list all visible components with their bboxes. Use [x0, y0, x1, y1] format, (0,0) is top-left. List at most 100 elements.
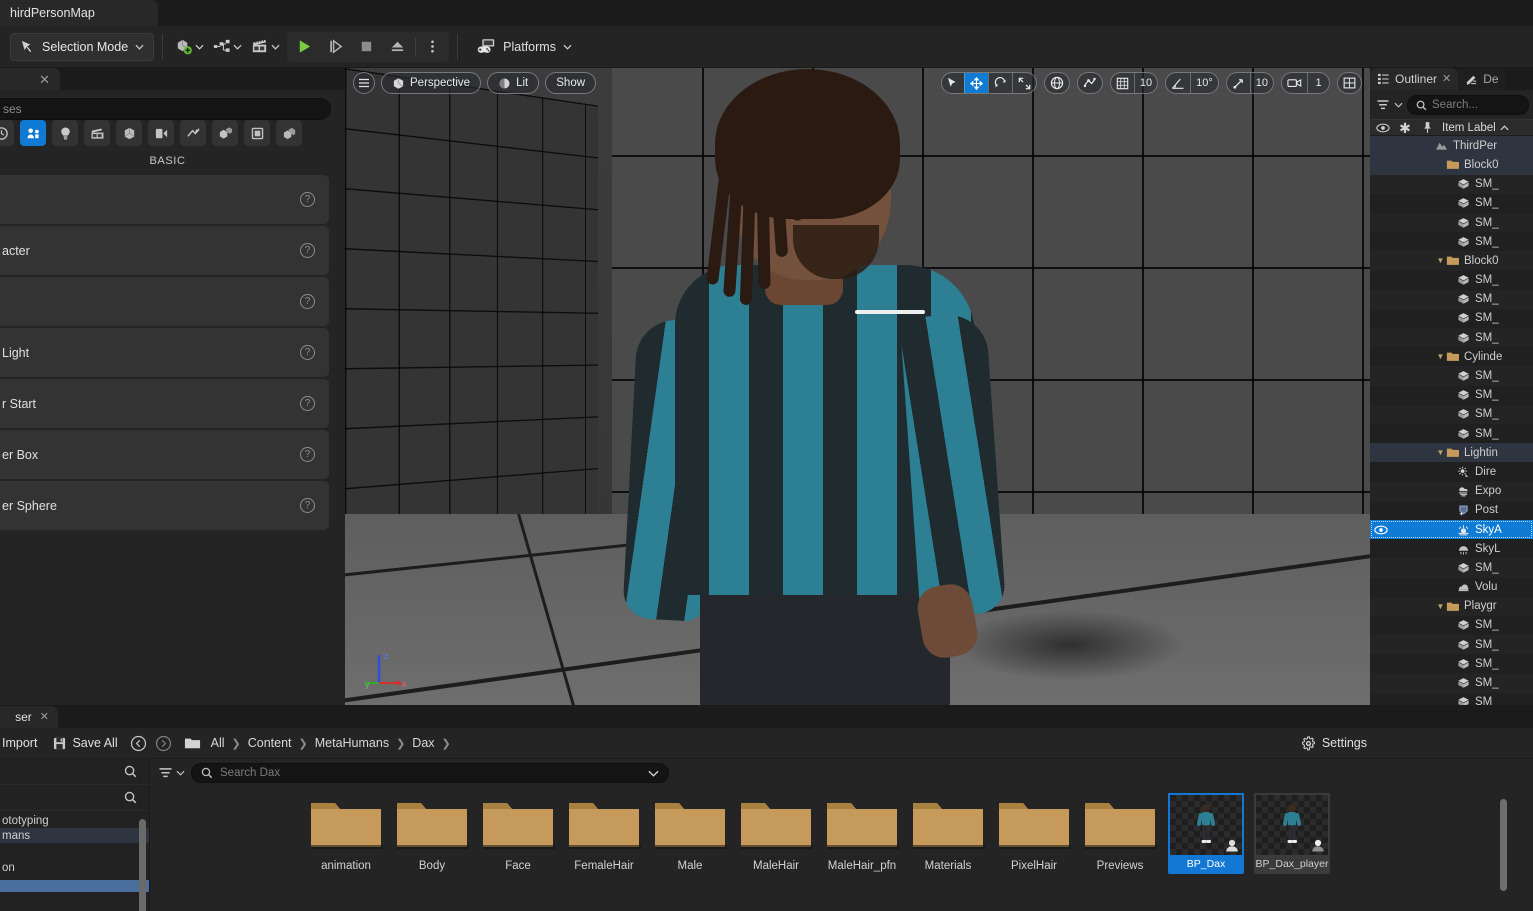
angle-snap-icon[interactable]: [1166, 73, 1190, 93]
breadcrumb-item-all[interactable]: All: [207, 734, 229, 752]
category-all-classes[interactable]: [244, 120, 270, 146]
viewport-lit-button[interactable]: Lit: [487, 72, 539, 94]
asset-folder[interactable]: Male: [652, 793, 728, 872]
category-lights[interactable]: [52, 120, 78, 146]
camera-speed-icon[interactable]: [1282, 73, 1307, 93]
asset-search-input[interactable]: Search Dax: [191, 763, 669, 783]
scale-tool-icon[interactable]: [1012, 73, 1036, 93]
grid-snap-icon[interactable]: [1111, 73, 1134, 93]
close-icon[interactable]: ✕: [1442, 74, 1451, 85]
column-visibility[interactable]: [1372, 123, 1394, 133]
tab-content-browser[interactable]: ser ✕: [0, 706, 58, 728]
column-favorite[interactable]: ✱: [1394, 121, 1416, 135]
nav-back-button[interactable]: [126, 731, 151, 755]
surface-snapping-icon[interactable]: [1078, 73, 1102, 93]
camera-speed-value[interactable]: 1: [1307, 73, 1329, 93]
chevron-down-icon[interactable]: [1394, 102, 1403, 108]
close-icon[interactable]: ✕: [39, 73, 50, 86]
asset-folder[interactable]: MaleHair: [738, 793, 814, 872]
category-extras[interactable]: [276, 120, 302, 146]
rotate-tool-icon[interactable]: [988, 73, 1012, 93]
grid-snap-value[interactable]: 10: [1134, 73, 1157, 93]
help-icon[interactable]: ?: [300, 294, 315, 309]
category-effects[interactable]: [180, 120, 206, 146]
viewport-perspective-button[interactable]: Perspective: [381, 72, 481, 94]
tab-details[interactable]: De: [1458, 68, 1505, 90]
outliner-row[interactable]: SM_: [1370, 309, 1533, 328]
asset-blueprint[interactable]: BP_Dax: [1168, 793, 1244, 874]
outliner-row[interactable]: SkyL: [1370, 539, 1533, 558]
outliner-row[interactable]: SM_: [1370, 290, 1533, 309]
outliner-row[interactable]: ▼Lightin: [1370, 443, 1533, 462]
column-pin[interactable]: [1416, 121, 1438, 134]
asset-grid[interactable]: animationBodyFaceFemaleHairMaleMaleHairM…: [150, 787, 1533, 911]
close-icon[interactable]: ✕: [40, 712, 49, 723]
asset-filter-button[interactable]: [158, 767, 185, 779]
outliner-row[interactable]: ▼Playgr: [1370, 597, 1533, 616]
place-actors-tab[interactable]: ✕: [0, 68, 60, 90]
angle-snap-value[interactable]: 10°: [1190, 73, 1218, 93]
scale-snap-value[interactable]: 10: [1250, 73, 1273, 93]
place-actor-item[interactable]: r Start ?: [0, 379, 329, 428]
cinematics-button[interactable]: [247, 32, 283, 62]
outliner-row[interactable]: ▼Cylinde: [1370, 347, 1533, 366]
tab-outliner[interactable]: Outliner ✕: [1370, 68, 1458, 90]
place-actor-item[interactable]: ?: [0, 175, 329, 224]
sources-tree-item-selected[interactable]: [0, 880, 149, 892]
skip-play-button[interactable]: [320, 32, 351, 62]
help-icon[interactable]: ?: [300, 498, 315, 513]
outliner-row[interactable]: SkyA: [1370, 520, 1533, 539]
row-expand-arrow-icon[interactable]: ▼: [1436, 352, 1445, 361]
outliner-row[interactable]: SM_: [1370, 386, 1533, 405]
place-actor-item[interactable]: acter ?: [0, 226, 329, 275]
outliner-row[interactable]: SM_: [1370, 271, 1533, 290]
category-basic[interactable]: [20, 120, 46, 146]
row-expand-arrow-icon[interactable]: ▼: [1436, 602, 1445, 611]
outliner-row[interactable]: SM_: [1370, 558, 1533, 577]
outliner-row[interactable]: SM_: [1370, 213, 1533, 232]
world-coordinate-icon[interactable]: [1045, 73, 1069, 93]
outliner-row[interactable]: SM_: [1370, 654, 1533, 673]
add-actor-button[interactable]: [171, 32, 207, 62]
outliner-row[interactable]: ▼Block0: [1370, 251, 1533, 270]
outliner-row[interactable]: Block0: [1370, 155, 1533, 174]
place-actor-item[interactable]: Light ?: [0, 328, 329, 377]
asset-folder[interactable]: Face: [480, 793, 556, 872]
outliner-search-input[interactable]: Search...: [1407, 95, 1529, 115]
asset-folder[interactable]: Previews: [1082, 793, 1158, 872]
place-actors-search-input[interactable]: ses: [0, 98, 331, 120]
sources-tree-item-metahumans[interactable]: mans: [0, 828, 149, 843]
asset-grid-scrollbar[interactable]: [1500, 799, 1507, 891]
place-actor-item[interactable]: ?: [0, 277, 329, 326]
move-tool-icon[interactable]: [964, 73, 988, 93]
category-geometry[interactable]: [116, 120, 142, 146]
help-icon[interactable]: ?: [300, 396, 315, 411]
nav-forward-button[interactable]: [151, 731, 176, 755]
play-button[interactable]: [289, 32, 320, 62]
level-viewport[interactable]: Perspective Lit Show: [345, 68, 1370, 705]
viewport-menu-button[interactable]: [353, 72, 375, 94]
outliner-row[interactable]: Dire: [1370, 462, 1533, 481]
outliner-tree[interactable]: ThirdPerBlock0SM_SM_SM_SM_▼Block0SM_SM_S…: [1370, 136, 1533, 705]
asset-folder[interactable]: MaleHair_pfn: [824, 793, 900, 872]
asset-blueprint[interactable]: BP_Dax_player: [1254, 793, 1330, 874]
column-item-label[interactable]: Item Label: [1438, 122, 1533, 134]
save-all-button[interactable]: Save All: [45, 731, 125, 755]
outliner-row[interactable]: SM_: [1370, 405, 1533, 424]
viewport-3d-scene[interactable]: Perspective Lit Show: [345, 68, 1370, 705]
outliner-row[interactable]: SM_: [1370, 232, 1533, 251]
sources-tree-item[interactable]: on: [0, 860, 149, 875]
breadcrumb-item-content[interactable]: Content: [244, 734, 296, 752]
breadcrumb-item-dax[interactable]: Dax: [408, 734, 438, 752]
category-cinematic[interactable]: [84, 120, 110, 146]
outliner-row[interactable]: SM_: [1370, 424, 1533, 443]
viewport-layout-icon[interactable]: [1338, 73, 1361, 93]
outliner-row[interactable]: Volu: [1370, 578, 1533, 597]
sources-tree-item[interactable]: ototyping: [0, 813, 149, 828]
eject-button[interactable]: [382, 32, 413, 62]
viewport-show-button[interactable]: Show: [545, 72, 596, 94]
outliner-row[interactable]: Post: [1370, 501, 1533, 520]
scale-snap-icon[interactable]: [1227, 73, 1250, 93]
row-expand-arrow-icon[interactable]: ▼: [1436, 256, 1445, 265]
row-expand-arrow-icon[interactable]: ▼: [1436, 448, 1445, 457]
